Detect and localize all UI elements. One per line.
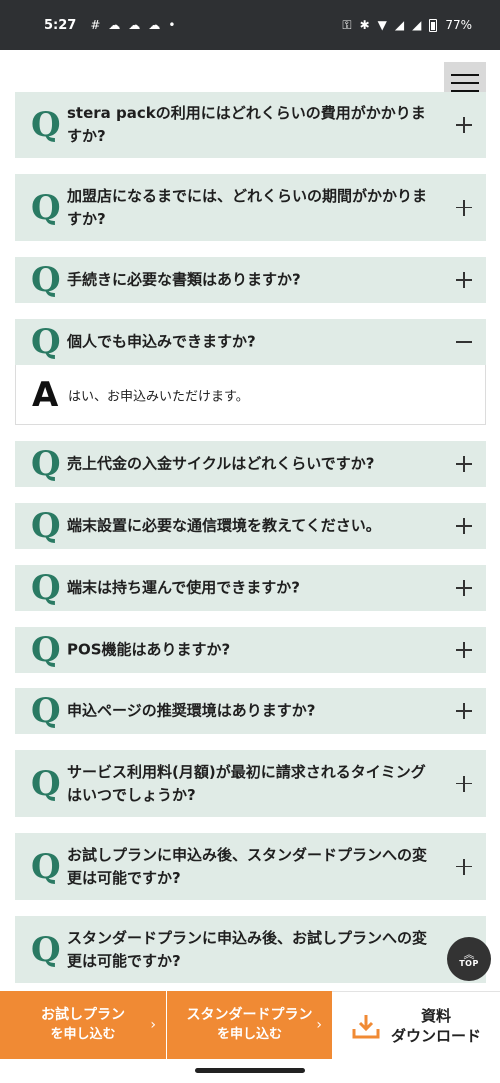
faq-item-individual[interactable]: Q 個人でも申込みできますか?	[15, 319, 486, 365]
question-mark-label: Q	[31, 444, 61, 484]
faq-question: 個人でも申込みできますか?	[67, 332, 256, 351]
apply-standard-button[interactable]: スタンダードプラン を申し込む ›	[166, 991, 332, 1059]
status-time: 5:27	[44, 17, 77, 33]
cta-line2: ダウンロード	[390, 1026, 481, 1045]
top-label: TOP	[459, 959, 479, 968]
wifi-icon: ▼	[377, 18, 387, 32]
menu-icon-line	[451, 82, 479, 84]
faq-item-payment-cycle[interactable]: Q 売上代金の入金サイクルはどれくらいですか?	[15, 441, 486, 487]
double-chevron-up-icon: ︽	[463, 948, 475, 961]
menu-icon-line	[451, 74, 479, 76]
battery-percent: 77%	[445, 18, 472, 32]
cta-line1: スタンダードプラン	[186, 1007, 313, 1023]
discord-icon: ☁	[108, 18, 121, 32]
question-mark-label: Q	[31, 568, 61, 608]
cta-line1: 資料	[420, 1006, 451, 1025]
faq-question: 端末設置に必要な通信環境を教えてください。	[67, 516, 381, 535]
download-materials-button[interactable]: 資料 ダウンロード	[332, 991, 500, 1059]
faq-answer-text: はい、お申込みいただけます。	[68, 389, 249, 404]
cta-bar: お試しプラン を申し込む › スタンダードプラン を申し込む › 資料 ダウンロ…	[0, 991, 500, 1059]
download-label: 資料 ダウンロード	[391, 1006, 481, 1046]
faq-item-pos[interactable]: Q POS機能はありますか?	[15, 627, 486, 673]
status-bar: 5:27 # ☁ ☁ ☁ • ⚿ ✱ ▼ ◢ ◢ 77%	[0, 0, 500, 50]
key-icon: ⚿	[342, 17, 352, 32]
slack-icon: #	[90, 18, 101, 32]
home-gesture-handle[interactable]	[195, 1068, 305, 1073]
faq-question: 売上代金の入金サイクルはどれくらいですか?	[67, 454, 375, 473]
download-icon	[351, 1012, 381, 1040]
faq-item-documents[interactable]: Q 手続きに必要な書類はありますか?	[15, 257, 486, 303]
faq-question: 申込ページの推奨環境はありますか?	[67, 701, 316, 720]
question-mark-label: Q	[31, 929, 61, 970]
answer-mark-label: A	[32, 374, 59, 415]
plus-icon[interactable]	[456, 456, 472, 472]
navigation-bar	[0, 1059, 500, 1083]
faq-question: POS機能はありますか?	[67, 640, 231, 659]
faq-question: サービス利用料(月額)が最初に請求されるタイミングはいつでしょうか?	[67, 762, 426, 804]
apply-trial-button[interactable]: お試しプラン を申し込む ›	[0, 991, 166, 1059]
plus-icon[interactable]	[456, 199, 472, 216]
discord-icon: ☁	[128, 18, 141, 32]
plus-icon[interactable]	[456, 642, 472, 658]
question-mark-label: Q	[31, 763, 61, 804]
question-mark-label: Q	[31, 187, 61, 228]
faq-question: stera packの利用にはどれくらいの費用がかかりますか?	[67, 104, 426, 145]
bluetooth-icon: ✱	[359, 18, 370, 32]
battery-icon	[429, 18, 438, 32]
question-mark-label: Q	[31, 506, 61, 546]
faq-question: スタンダードプランに申込み後、お試しプランへの変更は可能ですか?	[67, 928, 428, 970]
chevron-right-icon: ›	[150, 1017, 156, 1033]
plus-icon[interactable]	[456, 775, 472, 792]
plus-icon[interactable]	[456, 117, 472, 133]
system-icons: ⚿ ✱ ▼ ◢ ◢ 77%	[342, 18, 472, 33]
faq-item-network[interactable]: Q 端末設置に必要な通信環境を教えてください。	[15, 503, 486, 549]
faq-question: 加盟店になるまでには、どれくらいの期間がかかりますか?	[67, 186, 428, 228]
chevron-right-icon: ›	[316, 1017, 322, 1033]
faq-item-cost[interactable]: Q stera packの利用にはどれくらいの費用がかかりますか?	[15, 92, 486, 158]
cta-line1: お試しプラン	[41, 1007, 125, 1023]
plus-icon[interactable]	[456, 518, 472, 534]
faq-question: お試しプランに申込み後、スタンダードプランへの変更は可能ですか?	[67, 845, 428, 887]
faq-item-browser[interactable]: Q 申込ページの推奨環境はありますか?	[15, 688, 486, 734]
question-mark-label: Q	[31, 260, 61, 300]
scroll-top-button[interactable]: ︽ TOP	[447, 937, 491, 981]
signal-icon: ◢	[394, 18, 405, 32]
signal-icon: ◢	[412, 18, 422, 32]
question-mark-label: Q	[31, 322, 61, 362]
minus-icon[interactable]	[456, 334, 472, 350]
question-mark-label: Q	[31, 105, 61, 145]
notification-icons: # ☁ ☁ ☁ •	[90, 18, 175, 32]
discord-icon: ☁	[148, 18, 161, 32]
more-dot-icon: •	[168, 18, 176, 32]
faq-item-standard-to-trial[interactable]: Q スタンダードプランに申込み後、お試しプランへの変更は可能ですか?	[15, 916, 486, 983]
faq-item-portable[interactable]: Q 端末は持ち運んで使用できますか?	[15, 565, 486, 611]
cta-line2: を申し込む	[50, 1027, 116, 1042]
plus-icon[interactable]	[456, 703, 472, 719]
plus-icon[interactable]	[456, 272, 472, 288]
question-mark-label: Q	[31, 846, 61, 887]
faq-item-trial-to-standard[interactable]: Q お試しプランに申込み後、スタンダードプランへの変更は可能ですか?	[15, 833, 486, 900]
faq-item-billing[interactable]: Q サービス利用料(月額)が最初に請求されるタイミングはいつでしょうか?	[15, 750, 486, 817]
question-mark-label: Q	[31, 630, 61, 670]
faq-answer: A はい、お申込みいただけます。	[15, 365, 486, 425]
faq-question: 端末は持ち運んで使用できますか?	[67, 578, 300, 597]
cta-line2: を申し込む	[216, 1027, 282, 1042]
question-mark-label: Q	[31, 691, 61, 731]
plus-icon[interactable]	[456, 858, 472, 875]
faq-item-period[interactable]: Q 加盟店になるまでには、どれくらいの期間がかかりますか?	[15, 174, 486, 241]
faq-question: 手続きに必要な書類はありますか?	[67, 270, 301, 289]
plus-icon[interactable]	[456, 580, 472, 596]
